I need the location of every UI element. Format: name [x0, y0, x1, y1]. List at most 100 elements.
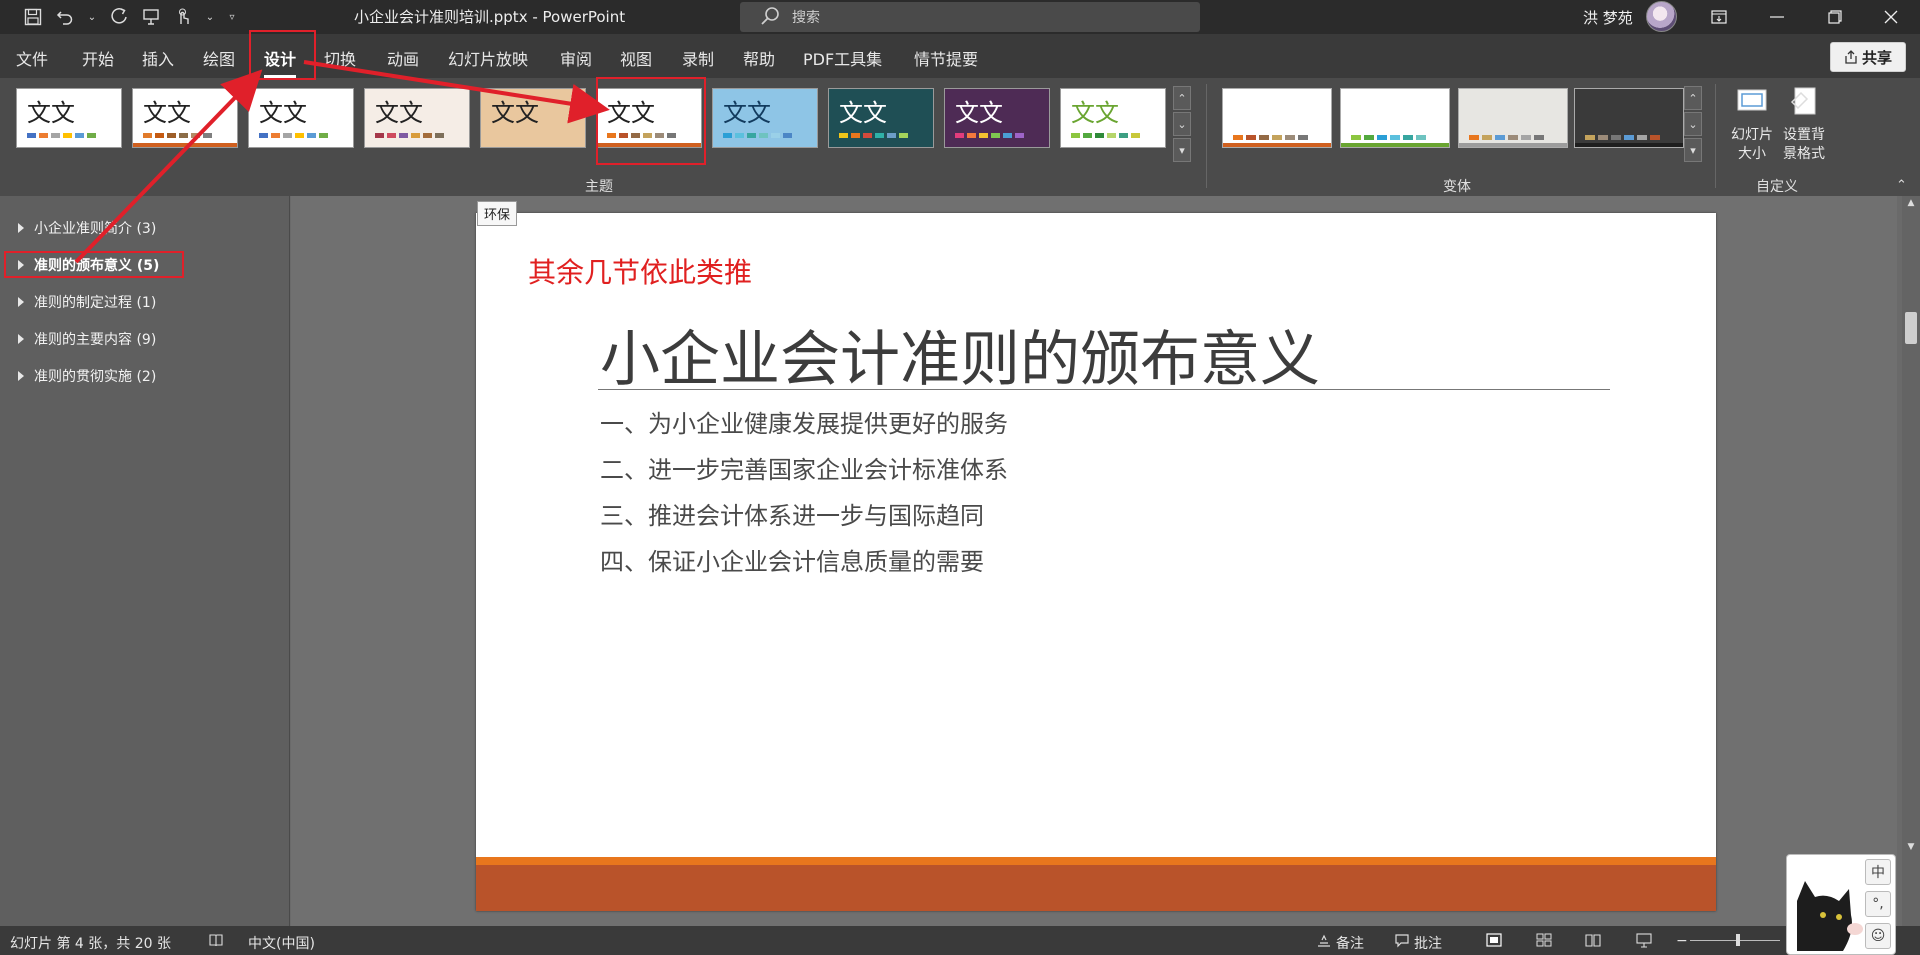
close-icon[interactable] [1862, 0, 1920, 34]
scroll-down-icon[interactable]: ▼ [1905, 842, 1917, 856]
section-label: 小企业准则简介 (3) [34, 221, 157, 237]
vertical-scrollbar[interactable]: ▲ ▼ [1902, 196, 1920, 926]
collapse-ribbon-icon[interactable]: ⌃ [1896, 178, 1907, 193]
theme-thumbnail[interactable]: 文文 [712, 88, 818, 148]
touch-dropdown-icon[interactable]: ⌄ [204, 6, 216, 28]
scroll-up-icon[interactable]: ▲ [1905, 198, 1917, 212]
redo-icon[interactable] [108, 6, 130, 28]
section-item[interactable]: 准则的制定过程 (1) [18, 292, 156, 312]
user-name[interactable]: 洪 梦苑 [1583, 7, 1633, 28]
variant-color-swatches [1351, 135, 1426, 140]
theme-thumbnail[interactable]: 文文 [16, 88, 122, 148]
theme-thumbnail[interactable]: 文文 [944, 88, 1050, 148]
tab-12[interactable]: PDF工具集 [803, 46, 882, 70]
variant-thumbnail[interactable] [1222, 88, 1332, 148]
slide-body[interactable]: 一、为小企业健康发展提供更好的服务 二、进一步完善国家企业会计标准体系 三、推进… [600, 401, 1008, 585]
touch-mode-icon[interactable] [172, 6, 194, 28]
search-placeholder: 搜索 [792, 10, 820, 26]
variant-more-icon[interactable]: ▾ [1684, 138, 1702, 162]
undo-dropdown-icon[interactable]: ⌄ [86, 6, 98, 28]
theme-gallery-scroll: ⌃ ⌄ ▾ [1173, 86, 1191, 162]
expand-triangle-icon[interactable] [18, 297, 24, 307]
share-button[interactable]: 共享 [1830, 42, 1906, 72]
gallery-scroll-up-icon[interactable]: ⌃ [1173, 86, 1191, 110]
tab-7[interactable]: 幻灯片放映 [448, 46, 528, 70]
tab-3[interactable]: 绘图 [203, 46, 235, 70]
scroll-thumb[interactable] [1905, 312, 1917, 344]
tab-9[interactable]: 视图 [620, 46, 652, 70]
ribbon-surface: 文文 文文 文文 文文 文文 文文 文文 文文 文文 文文 ⌃ ⌄ ▾ 主题 ⌃ ⌄ ▾ 变体 幻… [0, 78, 1920, 196]
tab-2[interactable]: 插入 [142, 46, 174, 70]
accessibility-icon[interactable] [208, 932, 224, 948]
gallery-more-icon[interactable]: ▾ [1173, 138, 1191, 162]
theme-preview-text: 文文 [27, 99, 75, 127]
slide-sorter-icon[interactable] [1536, 932, 1552, 948]
tab-11[interactable]: 帮助 [743, 46, 775, 70]
language-indicator[interactable]: 中文(中国) [248, 933, 315, 953]
slide-show-icon[interactable] [1636, 932, 1652, 948]
comments-button[interactable]: 批注 [1414, 933, 1442, 953]
theme-thumbnail[interactable]: 文文 [248, 88, 354, 148]
zoom-out-icon[interactable]: − [1676, 933, 1688, 949]
slide-size-button[interactable]: 幻灯片 大小 [1726, 84, 1778, 164]
themes-group-label: 主题 [585, 179, 613, 195]
title-rule [598, 389, 1610, 390]
theme-color-swatches [723, 133, 792, 138]
ime-mode-button[interactable]: 中 [1865, 859, 1891, 885]
undo-icon[interactable] [54, 6, 76, 28]
variant-scroll-down-icon[interactable]: ⌄ [1684, 112, 1702, 136]
theme-thumbnail[interactable]: 文文 [1060, 88, 1166, 148]
tab-13[interactable]: 情节提要 [914, 46, 978, 70]
customize-group-label: 自定义 [1756, 179, 1798, 195]
customize-qat-icon[interactable]: ▿ [226, 6, 238, 28]
tab-0[interactable]: 文件 [16, 46, 48, 70]
variant-scroll-up-icon[interactable]: ⌃ [1684, 86, 1702, 110]
normal-view-icon[interactable] [1486, 932, 1502, 948]
reading-view-icon[interactable] [1585, 932, 1601, 948]
theme-thumbnail[interactable]: 文文 [828, 88, 934, 148]
theme-thumbnail[interactable]: 文文 [364, 88, 470, 148]
variant-thumbnail[interactable] [1458, 88, 1568, 148]
expand-triangle-icon[interactable] [18, 223, 24, 233]
theme-preview-text: 文文 [839, 99, 887, 127]
variant-thumbnail[interactable] [1340, 88, 1450, 148]
ime-punctuation-button[interactable]: °, [1865, 891, 1891, 917]
theme-color-swatches [143, 133, 212, 138]
annotation-text: 其余几节依此类推 [528, 256, 753, 289]
present-from-start-icon[interactable] [140, 6, 162, 28]
section-label: 准则的贯彻实施 (2) [34, 369, 157, 385]
theme-color-swatches [259, 133, 328, 138]
search-box[interactable]: 搜索 [740, 2, 1200, 32]
theme-preview-text: 文文 [143, 99, 191, 127]
section-item[interactable]: 准则的贯彻实施 (2) [18, 366, 156, 386]
notes-button[interactable]: 备注 [1336, 933, 1364, 953]
save-icon[interactable] [22, 6, 44, 28]
zoom-slider[interactable] [1690, 940, 1780, 941]
theme-color-swatches [375, 133, 444, 138]
current-slide[interactable]: 其余几节依此类推 小企业会计准则的颁布意义 一、为小企业健康发展提供更好的服务 … [476, 213, 1716, 911]
tab-5[interactable]: 切换 [324, 46, 356, 70]
restore-icon[interactable] [1806, 0, 1864, 34]
theme-color-swatches [839, 133, 908, 138]
tab-1[interactable]: 开始 [82, 46, 114, 70]
tab-6[interactable]: 动画 [387, 46, 419, 70]
slide-counter[interactable]: 幻灯片 第 4 张，共 20 张 [10, 933, 171, 953]
theme-thumbnail[interactable]: 文文 [132, 88, 238, 148]
theme-preview-text: 文文 [491, 99, 539, 127]
tab-8[interactable]: 审阅 [560, 46, 592, 70]
theme-thumbnail[interactable]: 文文 [480, 88, 586, 148]
zoom-slider-thumb[interactable] [1736, 934, 1740, 946]
ribbon-display-options-icon[interactable] [1690, 0, 1748, 34]
format-background-button[interactable]: 设置背 景格式 [1778, 84, 1830, 164]
ime-extra-button[interactable]: ☺ [1865, 923, 1891, 949]
section-item[interactable]: 准则的主要内容 (9) [18, 329, 156, 349]
gallery-scroll-down-icon[interactable]: ⌄ [1173, 112, 1191, 136]
avatar[interactable] [1646, 1, 1677, 32]
expand-triangle-icon[interactable] [18, 371, 24, 381]
slide-title[interactable]: 小企业会计准则的颁布意义 [600, 311, 1320, 398]
section-item[interactable]: 小企业准则简介 (3) [18, 218, 156, 238]
expand-triangle-icon[interactable] [18, 334, 24, 344]
variant-thumbnail[interactable] [1574, 88, 1684, 148]
tab-10[interactable]: 录制 [682, 46, 714, 70]
minimize-icon[interactable] [1748, 0, 1806, 34]
